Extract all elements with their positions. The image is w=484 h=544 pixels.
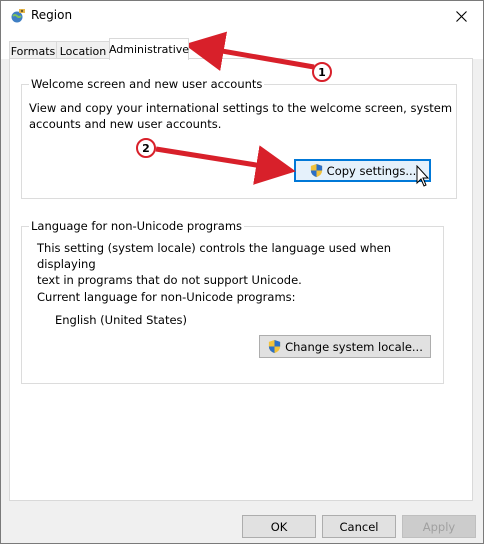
mouse-cursor-icon xyxy=(416,165,430,187)
arrow-1 xyxy=(184,31,315,71)
annotation-badge-2: 2 xyxy=(136,138,156,158)
region-dialog: Region Formats Location Administrative W… xyxy=(0,0,484,544)
tab-label: Administrative xyxy=(108,43,190,56)
arrow-2 xyxy=(155,145,296,185)
annotation-badge-1: 1 xyxy=(312,62,332,82)
annotation-arrows xyxy=(155,31,315,185)
tab-administrative[interactable]: Administrative xyxy=(109,38,189,60)
